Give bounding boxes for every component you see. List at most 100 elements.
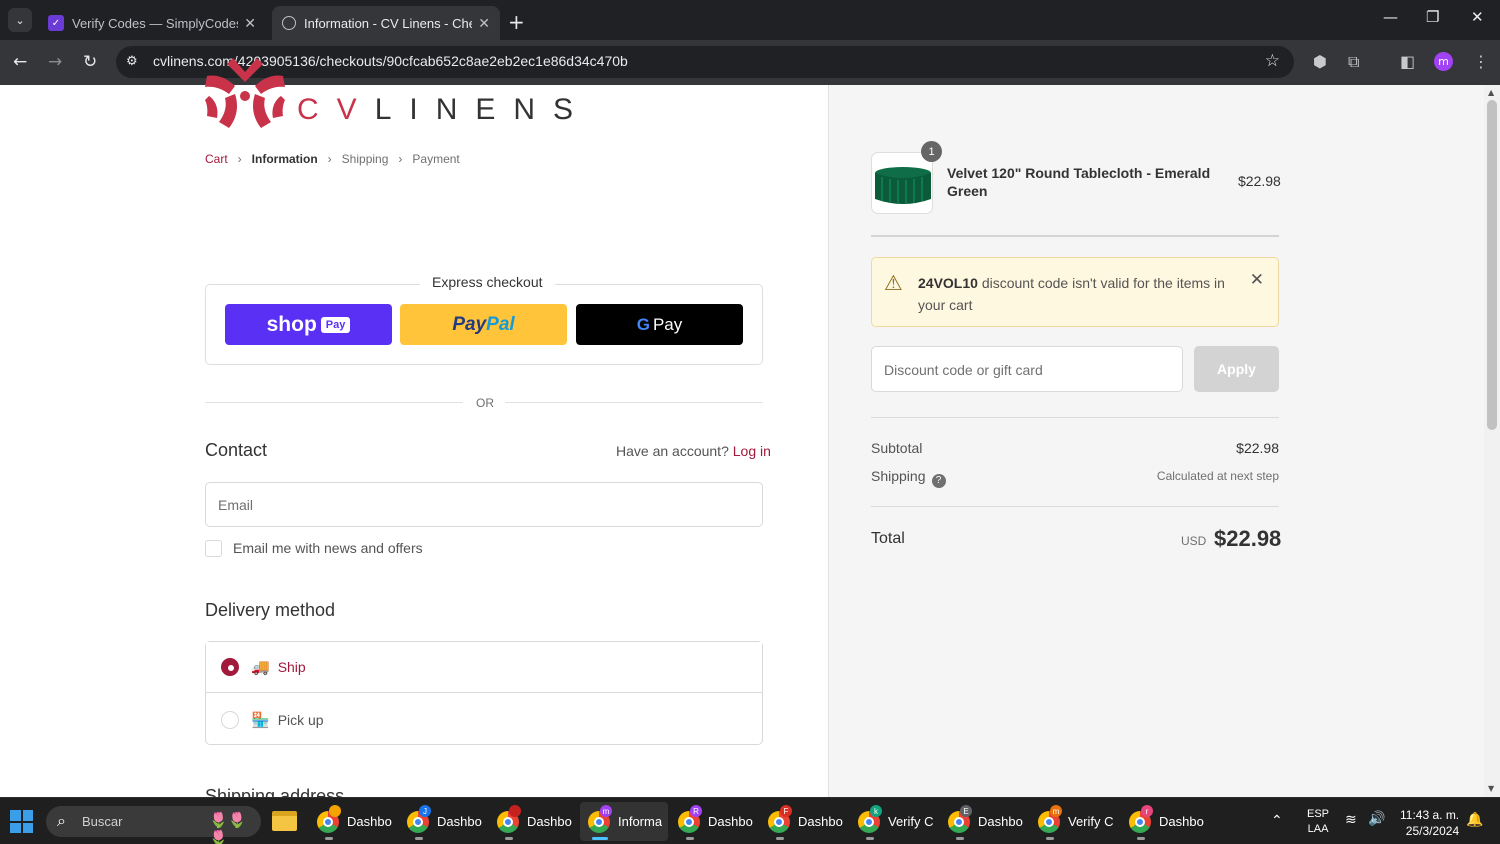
page-scrollbar[interactable]: ▲ ▼: [1484, 85, 1500, 797]
scroll-thumb[interactable]: [1487, 100, 1497, 430]
close-window-button[interactable]: ✕: [1471, 8, 1484, 26]
total-currency: USD: [1181, 534, 1207, 548]
taskbar-chrome-window[interactable]: k Verify C: [850, 802, 938, 841]
profile-badge: [329, 805, 341, 817]
input-language[interactable]: ESP LAA: [1307, 807, 1329, 837]
paypal-wordmark-pay: Pay: [452, 313, 487, 335]
breadcrumb-cart[interactable]: Cart: [205, 152, 228, 166]
taskbar-window-label: Dashbo: [527, 814, 572, 829]
taskbar-chrome-window[interactable]: J Dashbo: [399, 802, 487, 841]
divider: [871, 235, 1279, 237]
running-indicator: [686, 837, 694, 840]
new-tab-button[interactable]: +: [508, 10, 525, 34]
search-icon: ⌕: [57, 811, 66, 830]
extensions-puzzle-icon[interactable]: ⧉: [1348, 52, 1359, 72]
warning-triangle-icon: ⚠: [884, 271, 903, 295]
windows-taskbar: ⌕ Buscar 🌷🌷🌷 Dashbo J Dashbo Dashbo m Informa…: [0, 797, 1500, 844]
notifications-icon[interactable]: 🔔: [1466, 811, 1483, 828]
running-indicator: [505, 837, 513, 840]
pickup-label: Pick up: [277, 711, 324, 728]
address-bar[interactable]: ⚙ cvlinens.com/4203905136/checkouts/90cf…: [116, 46, 1294, 78]
site-settings-icon[interactable]: ⚙: [126, 54, 138, 69]
profile-badge: [509, 805, 521, 817]
browser-tab-simplycodes[interactable]: ✓ Verify Codes — SimplyCodes ✕: [38, 6, 266, 40]
tab-search-button[interactable]: ⌄: [8, 8, 32, 32]
volume-icon[interactable]: 🔊: [1368, 810, 1385, 827]
delivery-method-options: 🚚 Ship 🏪 Pick up: [205, 641, 763, 745]
back-button[interactable]: ←: [13, 52, 27, 72]
product-name: Velvet 120" Round Tablecloth - Emerald G…: [947, 165, 1211, 199]
file-explorer-icon[interactable]: [272, 811, 297, 831]
discount-placeholder: Discount code or gift card: [884, 362, 1043, 378]
taskbar-chrome-window[interactable]: m Informa: [580, 802, 668, 841]
taskbar-chrome-window[interactable]: m Verify C: [1030, 802, 1118, 841]
login-link[interactable]: Log in: [733, 443, 771, 459]
taskbar-chrome-window[interactable]: r Dashbo: [1121, 802, 1209, 841]
apply-discount-button[interactable]: Apply: [1194, 346, 1279, 392]
warning-message: 24VOL10 discount code isn't valid for th…: [918, 272, 1238, 316]
help-question-icon[interactable]: ?: [931, 474, 946, 488]
profile-badge: r: [1141, 805, 1153, 817]
tab-title: Verify Codes — SimplyCodes: [72, 15, 239, 31]
restore-button[interactable]: ❐: [1426, 8, 1439, 26]
extension-icon[interactable]: ⬢: [1313, 52, 1327, 71]
running-indicator: [866, 837, 874, 840]
taskbar-chrome-window[interactable]: F Dashbo: [760, 802, 848, 841]
side-panel-icon[interactable]: ◧: [1400, 52, 1415, 71]
menu-kebab-icon[interactable]: ⋮: [1473, 52, 1489, 71]
show-hidden-icons-icon[interactable]: ⌃: [1271, 812, 1283, 829]
breadcrumb-information: Information: [251, 152, 318, 166]
browser-tab-bar: ⌄ ✓ Verify Codes — SimplyCodes ✕ Informa…: [0, 0, 1500, 40]
clock[interactable]: 11:43 a. m. 25/3/2024: [1400, 807, 1459, 839]
taskbar-chrome-window[interactable]: Dashbo: [489, 802, 577, 841]
minimize-button[interactable]: —: [1383, 8, 1398, 26]
taskbar-chrome-window[interactable]: Dashbo: [309, 802, 397, 841]
browser-tab-information[interactable]: Information - CV Linens - Check ✕: [272, 6, 500, 40]
clock-date: 25/3/2024: [1405, 824, 1460, 838]
google-g-icon: G: [636, 314, 650, 334]
forward-button[interactable]: →: [48, 52, 62, 72]
divider: [205, 402, 463, 403]
email-field[interactable]: Email: [205, 482, 763, 527]
shipping-value: Calculated at next step: [1156, 469, 1279, 483]
cv-linens-logo-icon: [205, 58, 285, 128]
scroll-up-icon[interactable]: ▲: [1488, 88, 1494, 97]
discount-code: 24VOL10: [918, 275, 978, 291]
discount-code-input[interactable]: Discount code or gift card: [871, 346, 1183, 392]
google-pay-button[interactable]: G Pay: [576, 304, 743, 345]
profile-badge: J: [419, 805, 431, 817]
truck-icon: 🚚: [251, 659, 270, 676]
newsletter-label[interactable]: Email me with news and offers: [233, 540, 423, 556]
newsletter-checkbox[interactable]: [205, 540, 222, 557]
profile-avatar[interactable]: m: [1434, 52, 1453, 71]
paypal-button[interactable]: Pay Pal: [400, 304, 567, 345]
profile-badge: k: [870, 805, 882, 817]
taskbar-chrome-window[interactable]: R Dashbo: [670, 802, 758, 841]
scroll-down-icon[interactable]: ▼: [1488, 784, 1494, 793]
delivery-option-ship[interactable]: 🚚 Ship: [206, 642, 762, 693]
express-checkout-title: Express checkout: [420, 274, 555, 290]
taskbar-search[interactable]: ⌕ Buscar 🌷🌷🌷: [46, 806, 261, 844]
chevron-right-icon: ›: [237, 152, 242, 166]
shop-pay-button[interactable]: shop Pay: [225, 304, 392, 345]
close-tab-icon[interactable]: ✕: [478, 15, 490, 32]
close-icon[interactable]: ✕: [1250, 270, 1264, 290]
reload-button[interactable]: ↻: [83, 52, 97, 72]
wordmark-cv: CV: [297, 93, 375, 126]
ship-radio[interactable]: [221, 658, 239, 676]
running-indicator: [776, 837, 784, 840]
close-tab-icon[interactable]: ✕: [244, 15, 256, 32]
email-placeholder: Email: [218, 497, 254, 513]
bookmark-star-icon[interactable]: ☆: [1265, 51, 1280, 71]
wordmark-linens: LINENS: [374, 93, 592, 126]
running-indicator: [956, 837, 964, 840]
wifi-icon[interactable]: ≋: [1345, 811, 1357, 828]
shop-pay-badge: Pay: [320, 316, 351, 333]
delivery-option-pickup[interactable]: 🏪 Pick up: [206, 694, 762, 745]
taskbar-chrome-window[interactable]: E Dashbo: [940, 802, 1028, 841]
subtotal-value: $22.98: [1236, 440, 1279, 456]
pickup-radio[interactable]: [221, 710, 239, 729]
windows-start-icon[interactable]: [10, 810, 33, 833]
running-indicator: [415, 837, 423, 840]
divider: [505, 402, 763, 403]
